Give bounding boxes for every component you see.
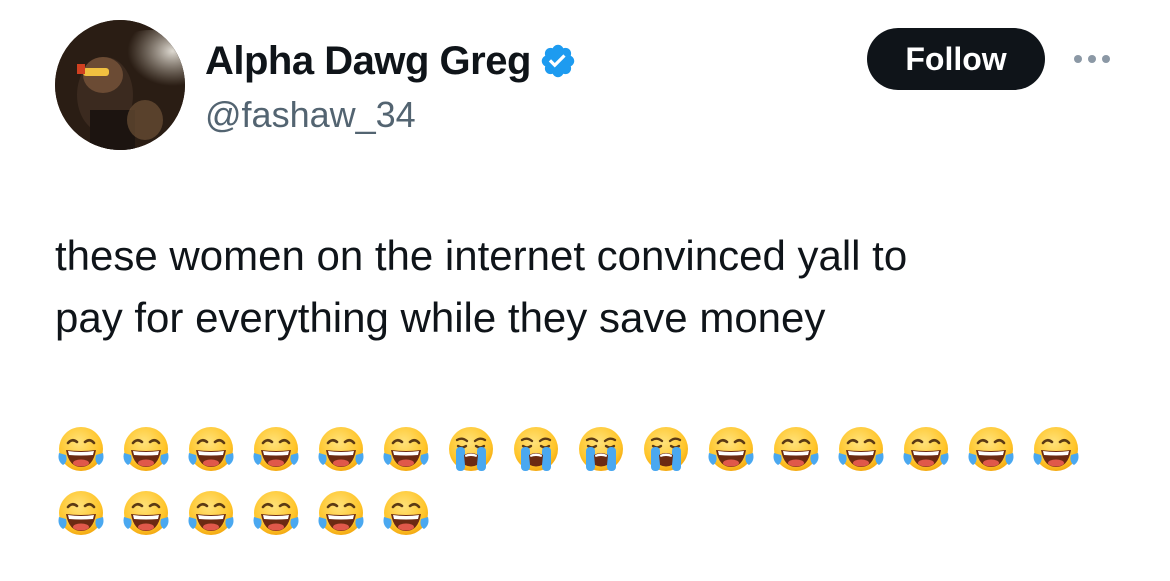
face-with-tears-of-joy-icon: [120, 423, 172, 475]
face-with-tears-of-joy-icon: [185, 423, 237, 475]
face-with-tears-of-joy-icon: [965, 423, 1017, 475]
face-with-tears-of-joy-icon: [705, 423, 757, 475]
face-with-tears-of-joy-icon: [315, 423, 367, 475]
face-with-tears-of-joy-icon: [900, 423, 952, 475]
dot: [1074, 55, 1082, 63]
verified-badge-icon: [539, 42, 577, 80]
more-options-icon[interactable]: [1068, 44, 1116, 74]
dot: [1102, 55, 1110, 63]
face-with-tears-of-joy-icon: [380, 423, 432, 475]
face-with-tears-of-joy-icon: [250, 423, 302, 475]
emoji-row: [55, 487, 1135, 551]
author-display-name[interactable]: Alpha Dawg Greg: [205, 39, 531, 84]
face-with-tears-of-joy-icon: [1030, 423, 1082, 475]
tweet-text-line: pay for everything while they save money: [55, 294, 826, 341]
avatar-image: [55, 20, 185, 150]
tweet-card: Alpha Dawg Greg @fashaw_34 Follow these …: [0, 0, 1170, 581]
emoji-block: [55, 423, 1135, 551]
face-with-tears-of-joy-icon: [835, 423, 887, 475]
face-with-tears-of-joy-icon: [315, 487, 367, 539]
emoji-row: [55, 423, 1135, 487]
loudly-crying-face-icon: [510, 423, 562, 475]
name-row: Alpha Dawg Greg: [205, 36, 577, 86]
loudly-crying-face-icon: [445, 423, 497, 475]
dot: [1088, 55, 1096, 63]
face-with-tears-of-joy-icon: [380, 487, 432, 539]
face-with-tears-of-joy-icon: [120, 487, 172, 539]
loudly-crying-face-icon: [575, 423, 627, 475]
loudly-crying-face-icon: [640, 423, 692, 475]
tweet-text-line: these women on the internet convinced ya…: [55, 232, 908, 279]
face-with-tears-of-joy-icon: [250, 487, 302, 539]
author-handle[interactable]: @fashaw_34: [205, 94, 577, 136]
face-with-tears-of-joy-icon: [185, 487, 237, 539]
follow-button[interactable]: Follow: [867, 28, 1045, 90]
author-identity: Alpha Dawg Greg @fashaw_34: [205, 36, 577, 136]
face-with-tears-of-joy-icon: [55, 423, 107, 475]
tweet-text: these women on the internet convinced ya…: [55, 225, 1135, 349]
avatar[interactable]: [55, 20, 185, 150]
face-with-tears-of-joy-icon: [770, 423, 822, 475]
face-with-tears-of-joy-icon: [55, 487, 107, 539]
